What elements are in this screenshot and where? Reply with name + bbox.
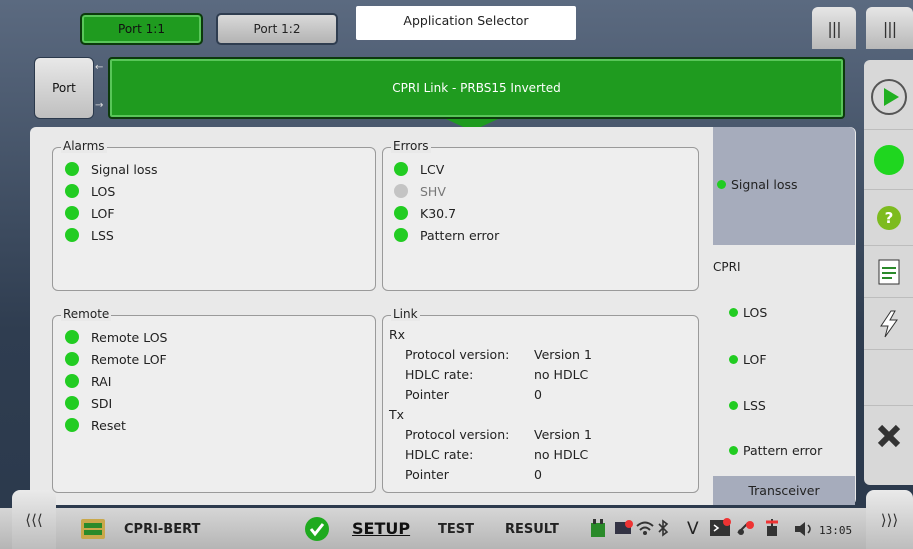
status-led-icon <box>394 206 408 220</box>
alarm-los: LOS <box>65 180 158 202</box>
app-logo-icon <box>81 519 105 539</box>
remote-los: Remote LOS <box>65 326 168 348</box>
help-icon: ? <box>876 205 901 230</box>
arrow-right-icon: → <box>95 100 104 111</box>
error-shv: SHV <box>394 180 499 202</box>
summary-signal-loss: Signal loss <box>713 177 855 192</box>
alarm-signal-loss: Signal loss <box>65 158 158 180</box>
wifi-icon <box>636 521 654 535</box>
side-menu-icon[interactable]: ||| <box>866 7 913 49</box>
remote-reset: Reset <box>65 414 168 436</box>
rail-blank-button[interactable] <box>864 350 913 406</box>
error-pattern: Pattern error <box>394 224 499 246</box>
status-led-icon <box>394 162 408 176</box>
alarms-title: Alarms <box>61 139 107 153</box>
summary-pattern-error[interactable]: Pattern error <box>713 443 855 458</box>
summary-panel: Signal loss CPRI LOS LOF LSS Pattern err… <box>713 127 855 505</box>
alarm-lss: LSS <box>65 224 158 246</box>
remote-group: Remote Remote LOS Remote LOF RAI SDI Res… <box>52 307 376 493</box>
clock: 13:05 <box>819 524 853 537</box>
transceiver-tab[interactable]: Transceiver <box>713 476 855 505</box>
help-button[interactable]: ? <box>864 190 913 246</box>
alarm-lof: LOF <box>65 202 158 224</box>
report-button[interactable] <box>864 246 913 298</box>
status-led-icon <box>65 396 79 410</box>
status-led-off-icon <box>394 184 408 198</box>
report-icon <box>878 259 899 284</box>
power-plug-icon <box>591 519 605 537</box>
arrow-left-icon: ← <box>95 62 104 73</box>
tab-port-1-1[interactable]: Port 1:1 <box>80 13 203 45</box>
application-selector-tab[interactable]: Application Selector <box>356 6 576 40</box>
status-led-button[interactable] <box>864 130 913 190</box>
summary-los[interactable]: LOS <box>713 305 855 320</box>
link-rx-protocol: Protocol version: Version 1 <box>405 346 592 362</box>
link-title: Link <box>391 307 420 321</box>
summary-lss[interactable]: LSS <box>713 398 855 413</box>
port-button[interactable]: Port <box>34 57 94 119</box>
errors-group: Errors LCV SHV K30.7 Pattern error <box>382 139 699 291</box>
link-tx-pointer: Pointer 0 <box>405 466 542 482</box>
summary-lof[interactable]: LOF <box>713 352 855 367</box>
usb-icon <box>766 519 778 536</box>
status-led-icon <box>65 206 79 220</box>
menu-icon[interactable]: ||| <box>812 7 856 49</box>
network-icon <box>615 520 633 534</box>
link-tx-hdlc: HDLC rate: no HDLC <box>405 446 589 462</box>
link-rx-label: Rx <box>389 326 406 342</box>
check-icon <box>305 517 329 541</box>
remote-lof: Remote LOF <box>65 348 168 370</box>
status-led-icon <box>65 418 79 432</box>
status-led-icon <box>729 401 738 410</box>
speaker-icon <box>795 522 811 536</box>
status-bar: CPRI Link - PRBS15 Inverted <box>108 57 845 119</box>
close-button[interactable] <box>864 406 913 466</box>
link-rx-hdlc: HDLC rate: no HDLC <box>405 366 589 382</box>
error-lcv: LCV <box>394 158 499 180</box>
collapse-left-icon[interactable]: ⟨⟨⟨ <box>12 490 56 549</box>
remote-title: Remote <box>61 307 112 321</box>
link-rx-pointer: Pointer 0 <box>405 386 542 402</box>
green-led-icon <box>873 144 904 175</box>
status-led-icon <box>65 330 79 344</box>
event-button[interactable] <box>864 298 913 350</box>
alarms-group: Alarms Signal loss LOS LOF LSS <box>52 139 376 291</box>
status-led-icon <box>65 184 79 198</box>
tab-port-1-2[interactable]: Port 1:2 <box>216 13 338 45</box>
summary-cpri-label: CPRI <box>713 260 741 274</box>
error-k30-7: K30.7 <box>394 202 499 224</box>
v-indicator: V <box>687 519 699 539</box>
app-name: CPRI-BERT <box>124 522 201 537</box>
start-button[interactable] <box>864 64 913 130</box>
remote-rai: RAI <box>65 370 168 392</box>
tab-result[interactable]: RESULT <box>505 522 559 537</box>
status-led-icon <box>729 355 738 364</box>
tab-test[interactable]: TEST <box>438 522 474 537</box>
terminal-icon <box>710 518 731 536</box>
link-group: Link Rx Protocol version: Version 1 HDLC … <box>382 307 699 493</box>
play-icon <box>870 78 907 115</box>
link-tx-label: Tx <box>389 406 405 422</box>
remote-sdi: SDI <box>65 392 168 414</box>
status-led-icon <box>717 180 726 189</box>
status-led-icon <box>65 228 79 242</box>
link-tx-protocol: Protocol version: Version 1 <box>405 426 592 442</box>
satellite-icon <box>737 521 754 535</box>
status-led-icon <box>729 308 738 317</box>
lightning-icon <box>879 310 898 337</box>
status-led-icon <box>65 374 79 388</box>
status-led-icon <box>729 446 738 455</box>
errors-title: Errors <box>391 139 431 153</box>
close-icon <box>877 424 900 448</box>
summary-signal-loss-box[interactable]: Signal loss <box>713 127 855 245</box>
bluetooth-icon <box>658 519 669 537</box>
status-led-icon <box>65 162 79 176</box>
status-led-icon <box>65 352 79 366</box>
tab-setup[interactable]: SETUP <box>352 519 410 538</box>
right-rail: ? <box>864 60 913 485</box>
svg-text:?: ? <box>884 209 893 227</box>
status-led-icon <box>394 228 408 242</box>
expand-right-icon[interactable]: ⟩⟩⟩ <box>866 490 913 549</box>
